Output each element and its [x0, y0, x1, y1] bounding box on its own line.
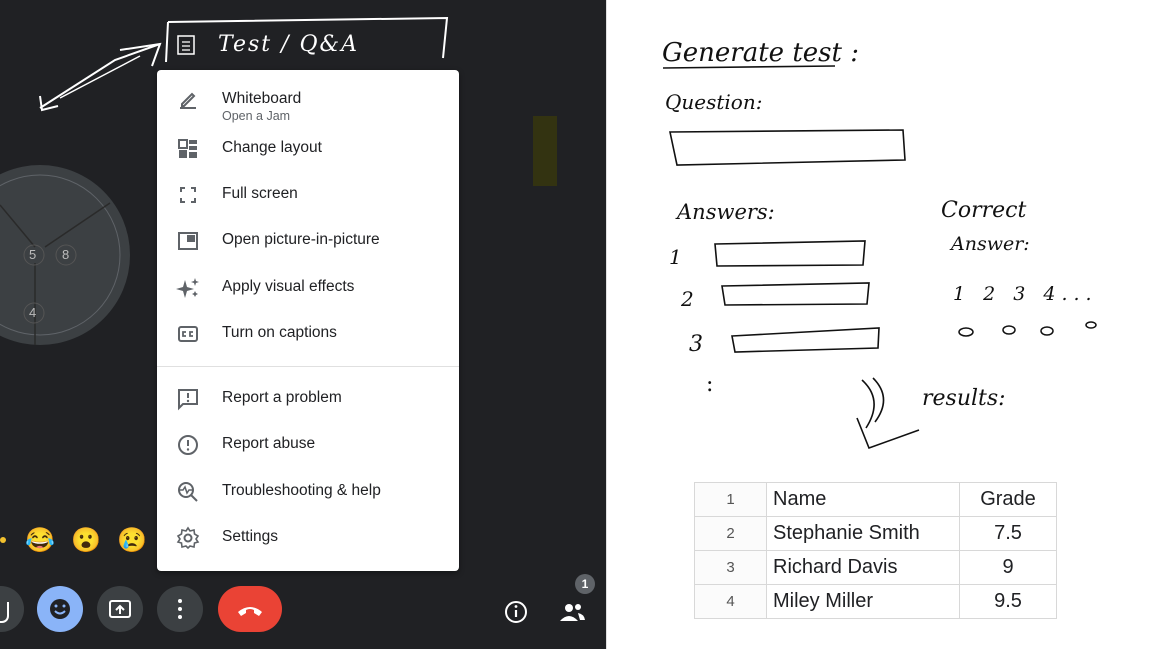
menu-item-label: Full screen	[222, 185, 298, 202]
smile-icon	[50, 599, 70, 619]
menu-item-full-screen[interactable]: Full screen	[157, 173, 459, 217]
sketch-title: Generate test :	[662, 38, 859, 68]
sketch-answer-number-2: 2	[681, 287, 694, 311]
menu-item-label: Turn on captions	[222, 324, 337, 341]
grade-cell[interactable]: 7.5	[959, 516, 1057, 551]
name-cell[interactable]: Richard Davis	[766, 550, 960, 585]
present-screen-icon	[109, 600, 131, 618]
results-table: 1 Name Grade 2 Stephanie Smith 7.5 3 Ric…	[694, 482, 1057, 619]
present-button[interactable]	[97, 586, 143, 632]
table-row: 3 Richard Davis 9	[694, 550, 1057, 585]
menu-item-label: Whiteboard	[222, 90, 302, 107]
more-options-menu: Whiteboard Open a Jam Change layout Full…	[157, 70, 459, 571]
sketch-answer-number-1: 1	[669, 245, 682, 269]
tile-number-8: 8	[62, 247, 70, 262]
row-number: 4	[694, 584, 767, 619]
sketch-answer-number-3: 3	[689, 332, 703, 357]
pencil-icon	[180, 92, 196, 109]
meet-call-area: Test / Q&A 5 8 4 😂 😮 😢 1 Whiteboard Open…	[0, 0, 606, 649]
layout-icon	[178, 139, 197, 158]
menu-item-label: Change layout	[222, 139, 322, 156]
sketch-ellipsis: :	[706, 372, 714, 397]
grade-cell[interactable]: Grade	[959, 482, 1057, 517]
table-row: 2 Stephanie Smith 7.5	[694, 516, 1057, 551]
menu-item-label: Report a problem	[222, 389, 342, 406]
speaker-indicator	[533, 116, 557, 186]
menu-item-report-abuse[interactable]: Report abuse	[157, 423, 459, 467]
sketch-answers-label: Answers:	[677, 200, 775, 224]
name-cell[interactable]: Stephanie Smith	[766, 516, 960, 551]
menu-item-captions[interactable]: Turn on captions	[157, 312, 459, 356]
info-icon	[505, 601, 527, 623]
raise-hand-button[interactable]	[0, 586, 24, 632]
tile-number-5: 5	[29, 247, 37, 262]
menu-item-settings[interactable]: Settings	[157, 516, 459, 560]
menu-item-label: Apply visual effects	[222, 278, 355, 295]
emoji-reactions-button[interactable]	[37, 586, 83, 632]
name-cell[interactable]: Miley Miller	[766, 584, 960, 619]
gear-icon	[176, 526, 200, 550]
menu-item-label: Troubleshooting & help	[222, 482, 381, 499]
reaction-dot	[0, 537, 6, 543]
row-number: 1	[694, 482, 767, 517]
more-vert-icon	[178, 599, 182, 619]
menu-item-picture-in-picture[interactable]: Open picture-in-picture	[157, 219, 459, 263]
more-options-button[interactable]	[157, 586, 203, 632]
sparkle-icon	[176, 278, 199, 298]
end-call-icon	[238, 607, 262, 616]
grade-cell[interactable]: 9.5	[959, 584, 1057, 619]
sketch-correct-label: Correct	[941, 198, 1027, 223]
alert-circle-icon	[178, 435, 198, 455]
sketch-answer-label: Answer:	[951, 233, 1030, 255]
people-icon	[560, 604, 585, 621]
menu-item-label: Report abuse	[222, 435, 316, 452]
fullscreen-icon	[180, 187, 196, 203]
menu-item-troubleshooting[interactable]: Troubleshooting & help	[157, 470, 459, 514]
hand-icon	[0, 602, 9, 623]
handwritten-header: Test / Q&A	[218, 32, 360, 57]
tile-number-4: 4	[29, 305, 37, 320]
grade-cell[interactable]: 9	[959, 550, 1057, 585]
sketch-question-label: Question:	[665, 90, 763, 114]
table-row: 4 Miley Miller 9.5	[694, 584, 1057, 619]
menu-item-sublabel: Open a Jam	[222, 109, 291, 123]
menu-item-visual-effects[interactable]: Apply visual effects	[157, 266, 459, 310]
feedback-icon	[178, 389, 198, 411]
menu-item-label: Settings	[222, 528, 279, 545]
reaction-laugh[interactable]: 😂	[25, 527, 55, 555]
participants-button[interactable]	[556, 597, 588, 627]
row-number: 3	[694, 550, 767, 585]
menu-item-whiteboard[interactable]: Whiteboard Open a Jam	[157, 78, 459, 130]
picture-in-picture-icon	[178, 232, 198, 250]
menu-item-change-layout[interactable]: Change layout	[157, 127, 459, 171]
meeting-details-button[interactable]	[501, 597, 531, 627]
menu-item-label: Open picture-in-picture	[222, 231, 380, 248]
troubleshoot-icon	[178, 482, 198, 502]
captions-icon	[178, 326, 198, 342]
menu-divider	[157, 366, 459, 367]
row-number: 2	[694, 516, 767, 551]
reaction-sad[interactable]: 😢	[117, 527, 147, 555]
sketch-correct-options: 1 2 3 4...	[953, 283, 1098, 305]
menu-item-report-problem[interactable]: Report a problem	[157, 377, 459, 421]
participant-tile: 5 8 4	[0, 165, 130, 345]
reaction-surprised[interactable]: 😮	[71, 527, 101, 555]
participants-badge: 1	[575, 574, 595, 594]
name-cell[interactable]: Name	[766, 482, 960, 517]
sketch-results-label: results:	[922, 386, 1006, 411]
table-row: 1 Name Grade	[694, 482, 1057, 517]
end-call-button[interactable]	[218, 586, 282, 632]
